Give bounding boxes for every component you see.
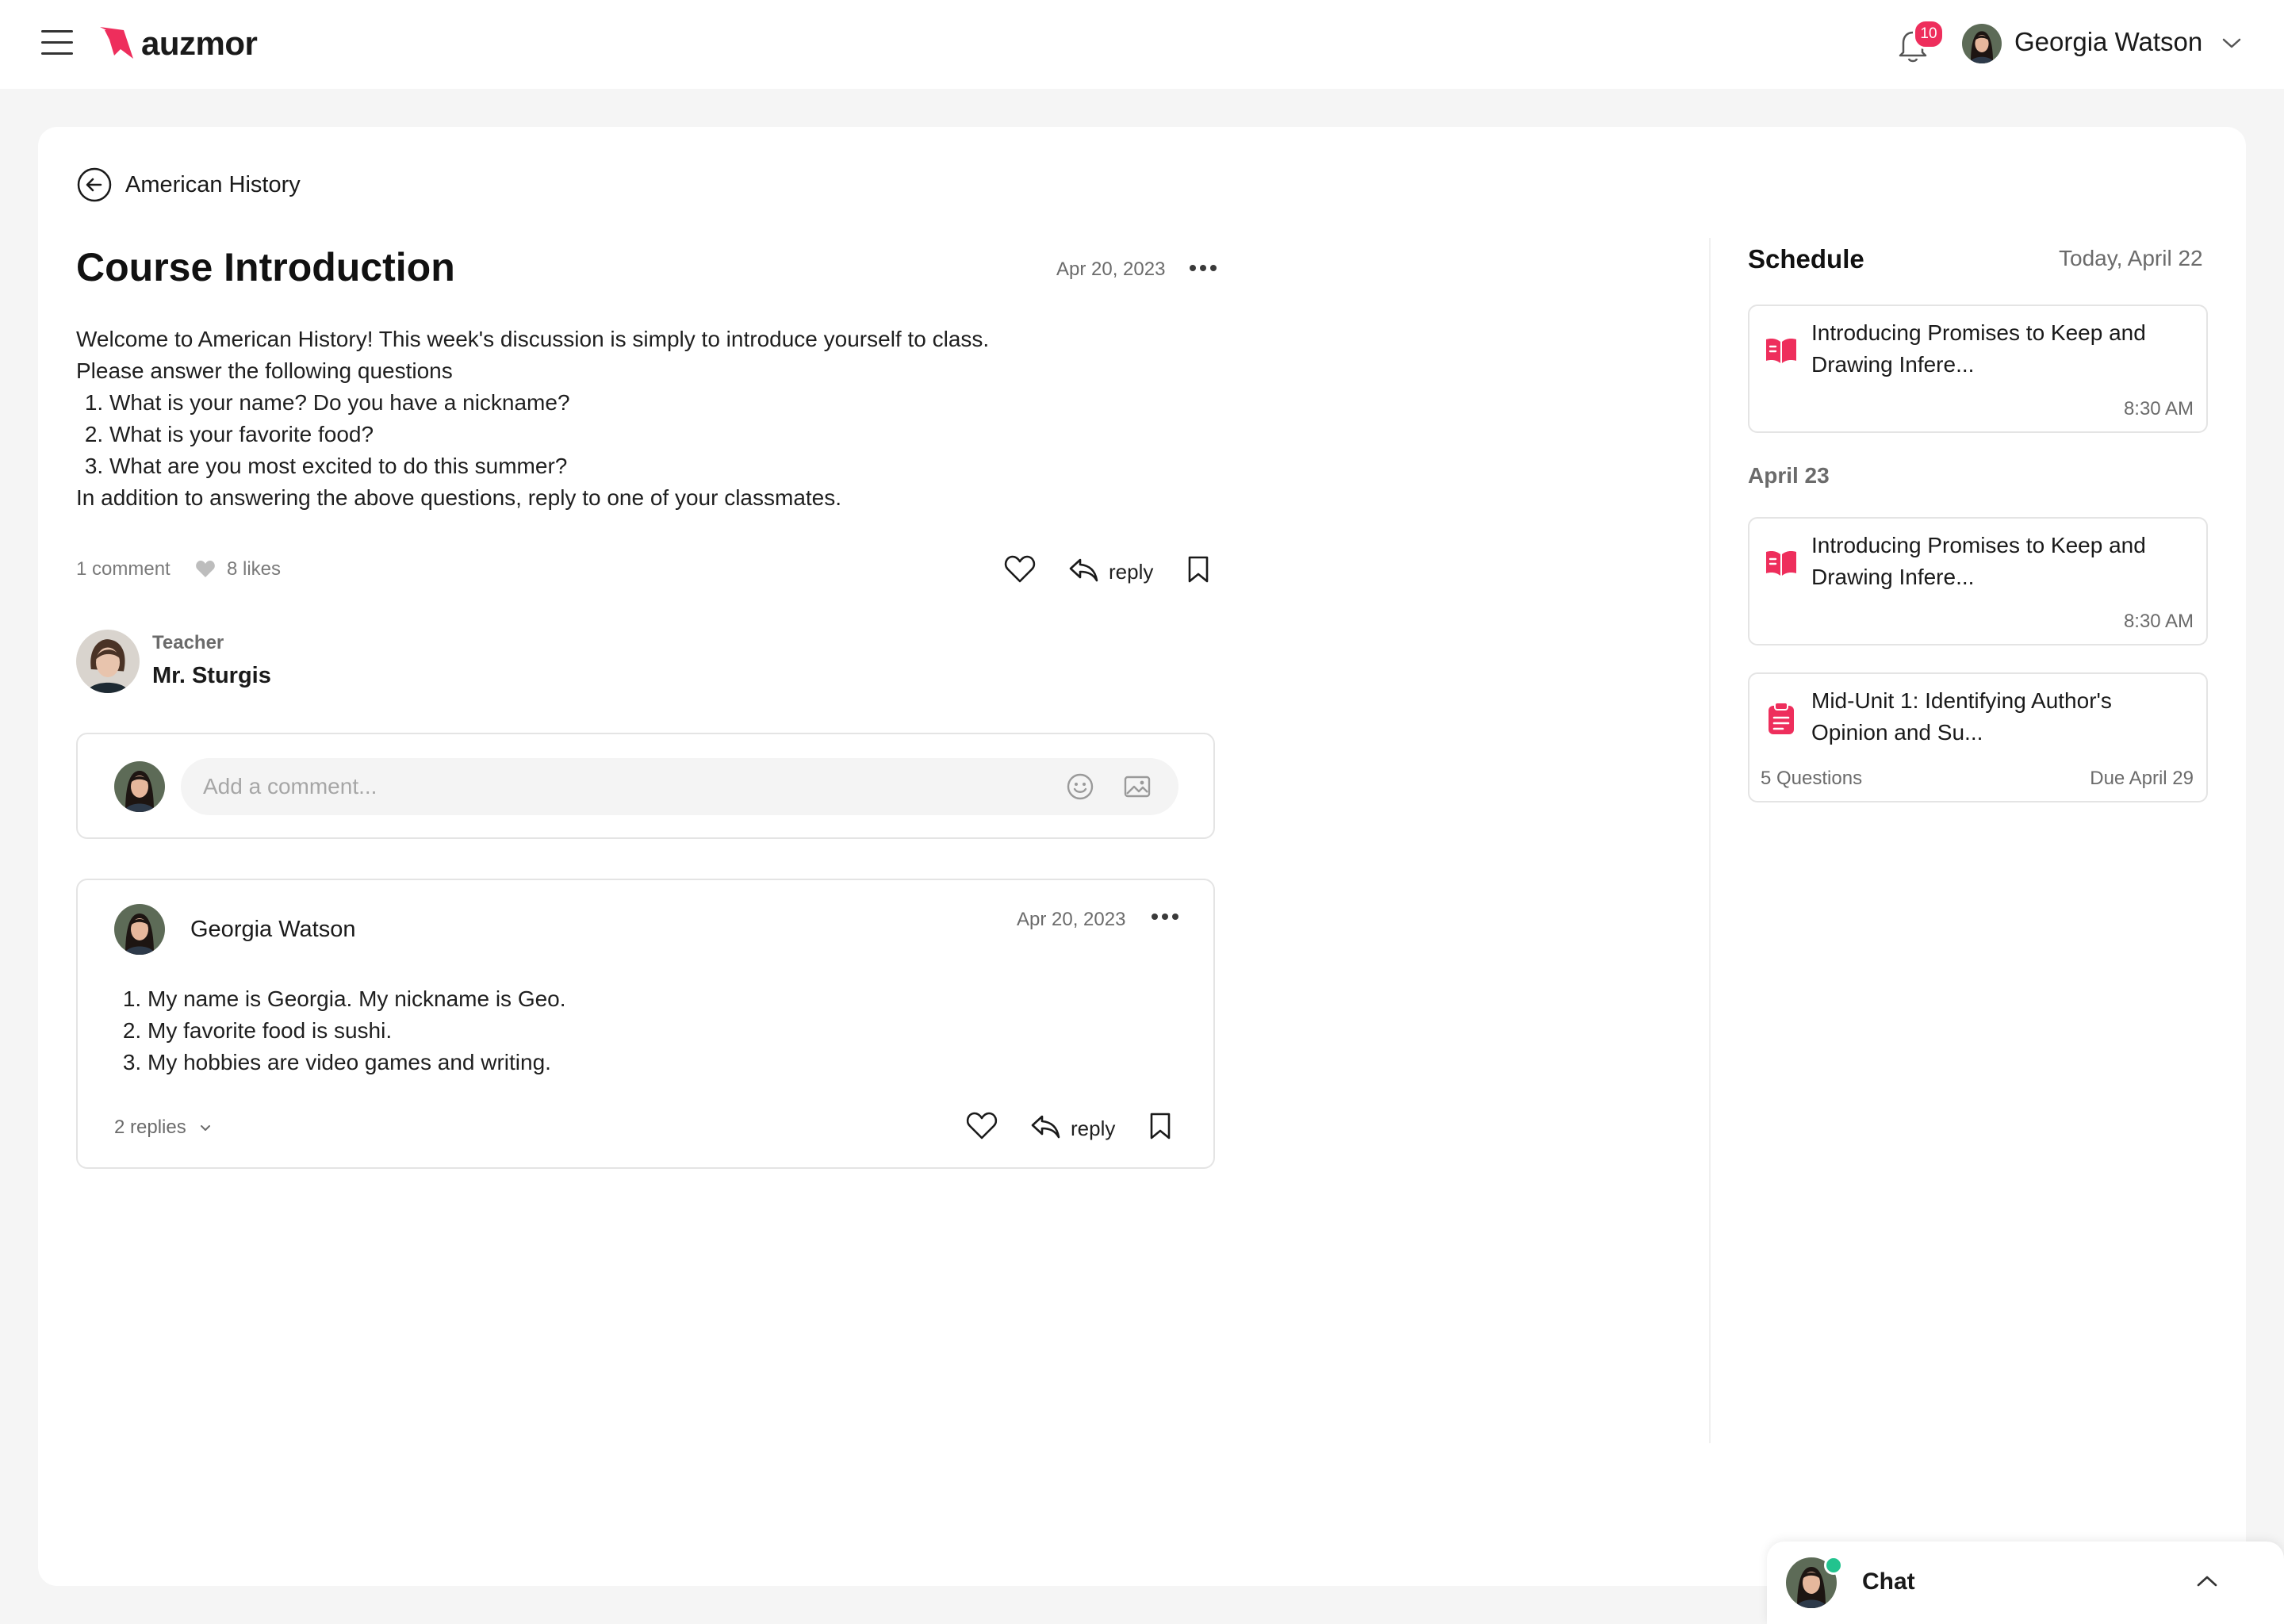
emoji-icon[interactable]	[1066, 772, 1094, 801]
user-avatar[interactable]	[1962, 24, 2002, 63]
book-icon	[1766, 551, 1796, 576]
schedule-item-title[interactable]: Mid-Unit 1: Identifying Author's Opinion…	[1811, 685, 2192, 749]
chevron-up-icon[interactable]	[2195, 1573, 2219, 1589]
back-link[interactable]: American History	[76, 167, 301, 203]
schedule-day-label: April 23	[1748, 463, 1830, 488]
logo[interactable]: auzmor	[100, 24, 258, 63]
schedule-item-title[interactable]: Introducing Promises to Keep and Drawing…	[1811, 317, 2192, 381]
chevron-down-icon[interactable]	[199, 1124, 212, 1133]
schedule-today: Today, April 22	[2059, 246, 2203, 270]
post-instruction: Please answer the following questions	[76, 358, 453, 383]
post-body: Welcome to American History! This week's…	[76, 324, 1186, 514]
auzmor-logo-icon	[100, 27, 133, 59]
reply-item: My hobbies are video games and writing.	[148, 1047, 566, 1078]
menu-icon[interactable]	[41, 30, 73, 59]
schedule-item[interactable]: Mid-Unit 1: Identifying Author's Opinion…	[1748, 672, 2208, 802]
question-count: 5 Questions	[1761, 768, 1863, 789]
logo-text: auzmor	[141, 25, 258, 62]
chat-label[interactable]: Chat	[1862, 1568, 1915, 1595]
due-date: Due April 29	[2090, 768, 2194, 789]
schedule-item[interactable]: Introducing Promises to Keep and Drawing…	[1748, 304, 2208, 433]
notification-badge: 10	[1913, 19, 1945, 49]
schedule-item-time: 8:30 AM	[2123, 611, 2194, 632]
bookmark-icon[interactable]	[1148, 1112, 1172, 1140]
reply-author-avatar	[114, 904, 165, 955]
author-name[interactable]: Mr. Sturgis	[152, 663, 271, 689]
post-date: Apr 20, 2023	[1056, 259, 1166, 280]
more-options-icon[interactable]	[1190, 265, 1221, 274]
heart-filled-icon	[196, 561, 215, 577]
heart-icon[interactable]	[1004, 555, 1036, 584]
reply-author-name[interactable]: Georgia Watson	[190, 917, 355, 943]
reply-icon[interactable]	[1067, 555, 1099, 584]
replies-toggle[interactable]: 2 replies	[114, 1116, 212, 1139]
schedule-title: Schedule	[1748, 244, 1864, 274]
reply-date: Apr 20, 2023	[1017, 909, 1126, 930]
schedule-item-time: 8:30 AM	[2123, 398, 2194, 419]
question-item: What are you most excited to do this sum…	[109, 450, 1186, 482]
replies-count[interactable]: 2 replies	[114, 1116, 186, 1138]
user-name[interactable]: Georgia Watson	[2014, 27, 2202, 57]
chevron-down-icon[interactable]	[2221, 35, 2243, 51]
arrow-left-circle-icon[interactable]	[76, 167, 113, 203]
schedule-item[interactable]: Introducing Promises to Keep and Drawing…	[1748, 517, 2208, 645]
reply-icon[interactable]	[1029, 1112, 1061, 1140]
teacher-avatar	[76, 630, 140, 693]
online-status-indicator	[1824, 1556, 1843, 1575]
likes-count[interactable]: 8 likes	[227, 558, 281, 580]
question-item: What is your name? Do you have a nicknam…	[109, 387, 1186, 419]
column-divider	[1709, 238, 1711, 1443]
post-title: Course Introduction	[76, 245, 455, 289]
reply-list: My name is Georgia. My nickname is Geo. …	[114, 983, 566, 1078]
reply-item: My name is Georgia. My nickname is Geo.	[148, 983, 566, 1015]
commenter-avatar	[114, 761, 165, 812]
post-closing: In addition to answering the above quest…	[76, 485, 842, 510]
image-upload-icon[interactable]	[1123, 774, 1152, 799]
book-icon	[1766, 339, 1796, 363]
comment-count[interactable]: 1 comment	[76, 558, 171, 580]
heart-icon[interactable]	[966, 1112, 998, 1140]
clipboard-icon	[1769, 702, 1794, 734]
question-list: What is your name? Do you have a nicknam…	[76, 387, 1186, 482]
question-item: What is your favorite food?	[109, 419, 1186, 450]
breadcrumb-label[interactable]: American History	[125, 172, 301, 198]
reply-button[interactable]: reply	[1071, 1116, 1115, 1141]
reply-item: My favorite food is sushi.	[148, 1015, 566, 1047]
author-role: Teacher	[152, 632, 224, 653]
post-intro: Welcome to American History! This week's…	[76, 327, 990, 351]
reply-button[interactable]: reply	[1109, 560, 1153, 584]
bookmark-icon[interactable]	[1186, 555, 1210, 584]
schedule-item-title[interactable]: Introducing Promises to Keep and Drawing…	[1811, 530, 2192, 593]
reply-body: My name is Georgia. My nickname is Geo. …	[114, 983, 566, 1078]
comment-input[interactable]	[181, 758, 1178, 815]
more-options-icon[interactable]	[1152, 914, 1183, 923]
